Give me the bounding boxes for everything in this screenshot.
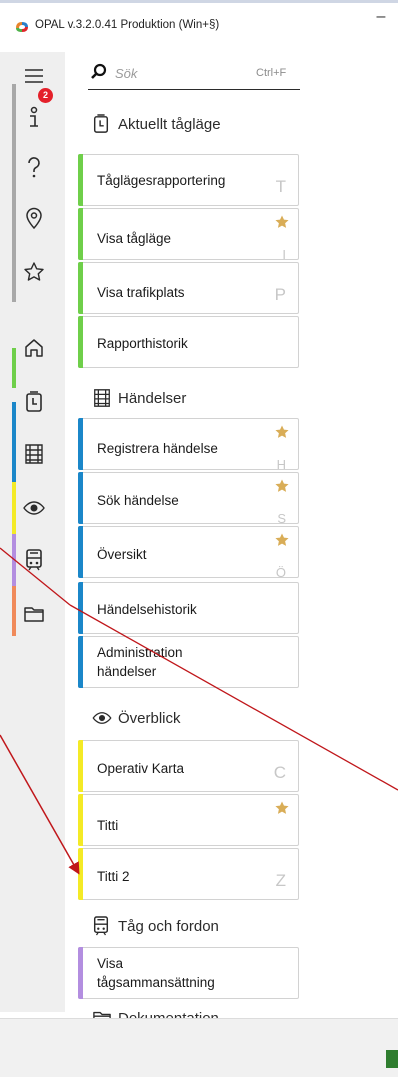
minimize-button[interactable]: – xyxy=(368,8,394,28)
help-icon[interactable] xyxy=(20,154,48,182)
favorite-star-icon[interactable] xyxy=(274,800,290,816)
tile-label: Sök händelse xyxy=(97,493,179,508)
tile-color-stripe xyxy=(78,740,83,792)
tile-label: Händelsehistorik xyxy=(97,602,197,617)
location-pin-icon[interactable] xyxy=(20,204,48,232)
title-bar-top-edge xyxy=(0,0,398,3)
tile-taglagesrapportering[interactable]: Tåglägesrapportering T xyxy=(78,154,299,206)
tile-registrera-handelse[interactable]: Registrera händelse H xyxy=(78,418,299,472)
tile-visa-tagsammansattning[interactable]: Visa tågsammansättning xyxy=(78,947,299,999)
train-icon xyxy=(92,916,112,936)
rail-track-icon xyxy=(92,388,112,408)
tile-shortcut: P xyxy=(274,285,286,304)
tile-color-stripe xyxy=(78,636,83,688)
tile-color-stripe xyxy=(78,947,83,999)
tile-color-stripe xyxy=(78,848,83,900)
menu-icon[interactable] xyxy=(20,62,48,90)
status-bar xyxy=(0,1018,398,1077)
section-title: Aktuellt tågläge xyxy=(118,115,221,133)
section-tag-och-fordon: Tåg och fordon xyxy=(92,914,219,938)
tile-handelsehistorik[interactable]: Händelsehistorik xyxy=(78,582,299,634)
tile-label: Titti xyxy=(97,818,119,833)
rail-scroll-indicator xyxy=(12,84,16,302)
favorite-star-icon[interactable] xyxy=(274,532,290,548)
tile-titti-2[interactable]: Titti 2 Z xyxy=(78,848,299,900)
tile-label: Tåglägesrapportering xyxy=(97,173,226,188)
tile-operativ-karta[interactable]: Operativ Karta C xyxy=(78,740,299,792)
clock-train-icon[interactable] xyxy=(20,388,48,416)
tile-label: Visa trafikplats xyxy=(97,285,185,300)
tile-label: Registrera händelse xyxy=(97,441,218,456)
notification-badge: 2 xyxy=(38,88,53,103)
tile-shortcut: H xyxy=(276,457,286,472)
eye-icon[interactable] xyxy=(20,494,48,522)
star-outline-icon[interactable] xyxy=(20,258,48,286)
rail-segment-green xyxy=(12,348,16,388)
tile-color-stripe xyxy=(78,316,83,368)
tile-color-stripe xyxy=(78,526,83,578)
tile-shortcut: I xyxy=(282,247,286,262)
rail-segment-yellow xyxy=(12,482,16,534)
eye-icon xyxy=(92,708,112,728)
tile-color-stripe xyxy=(78,794,83,846)
tile-shortcut: Z xyxy=(275,871,286,890)
tile-label: Visa tågsammansättning xyxy=(97,956,215,990)
tile-color-stripe xyxy=(78,154,83,206)
status-indicator xyxy=(386,1050,398,1068)
section-title: Tåg och fordon xyxy=(118,917,219,935)
tile-shortcut: S xyxy=(277,511,286,526)
tile-titti[interactable]: Titti xyxy=(78,794,299,846)
tile-administration-handelser[interactable]: Administration händelser xyxy=(78,636,299,688)
tile-oversikt[interactable]: Översikt Ö xyxy=(78,526,299,580)
tile-visa-trafikplats[interactable]: Visa trafikplats P xyxy=(78,262,299,314)
home-icon[interactable] xyxy=(20,334,48,362)
section-handelser: Händelser xyxy=(92,386,186,410)
tile-color-stripe xyxy=(78,262,83,314)
rail-segment-orange xyxy=(12,586,16,636)
rail-segment-blue xyxy=(12,402,16,482)
tile-label: Operativ Karta xyxy=(97,761,185,776)
side-rail xyxy=(0,52,65,1012)
opal-logo-icon xyxy=(16,22,28,32)
tile-label: Administration händelser xyxy=(97,645,183,679)
tile-rapporthistorik[interactable]: Rapporthistorik xyxy=(78,316,299,368)
tile-color-stripe xyxy=(78,582,83,634)
section-title: Överblick xyxy=(118,709,181,727)
section-overblick: Överblick xyxy=(92,706,181,730)
tile-color-stripe xyxy=(78,472,83,524)
favorite-star-icon[interactable] xyxy=(274,478,290,494)
tile-visa-taglage[interactable]: Visa tågläge I xyxy=(78,208,299,262)
rail-track-icon[interactable] xyxy=(20,440,48,468)
tile-shortcut: Ö xyxy=(275,565,286,580)
search-placeholder: Sök xyxy=(115,66,138,81)
tile-shortcut: T xyxy=(275,177,286,196)
train-icon[interactable] xyxy=(20,546,48,574)
tile-color-stripe xyxy=(78,418,83,470)
folder-icon[interactable] xyxy=(20,600,48,628)
tile-shortcut: C xyxy=(273,763,286,782)
rail-segment-purple xyxy=(12,534,16,586)
favorite-star-icon[interactable] xyxy=(274,424,290,440)
section-title: Händelser xyxy=(118,389,187,407)
favorite-star-icon[interactable] xyxy=(274,214,290,230)
tile-label: Visa tågläge xyxy=(97,231,172,246)
tile-color-stripe xyxy=(78,208,83,260)
clock-train-icon xyxy=(92,114,112,134)
tile-sok-handelse[interactable]: Sök händelse S xyxy=(78,472,299,526)
search-shortcut: Ctrl+F xyxy=(256,67,287,79)
tile-label: Titti 2 xyxy=(97,869,130,884)
tile-label: Översikt xyxy=(97,547,147,562)
section-aktuellt-taglage: Aktuellt tågläge xyxy=(92,112,221,136)
window-title: OPAL v.3.2.0.41 Produktion (Win+§) xyxy=(35,19,220,31)
info-icon[interactable] xyxy=(20,104,48,132)
tile-label: Rapporthistorik xyxy=(97,336,188,351)
search-icon xyxy=(91,63,107,79)
